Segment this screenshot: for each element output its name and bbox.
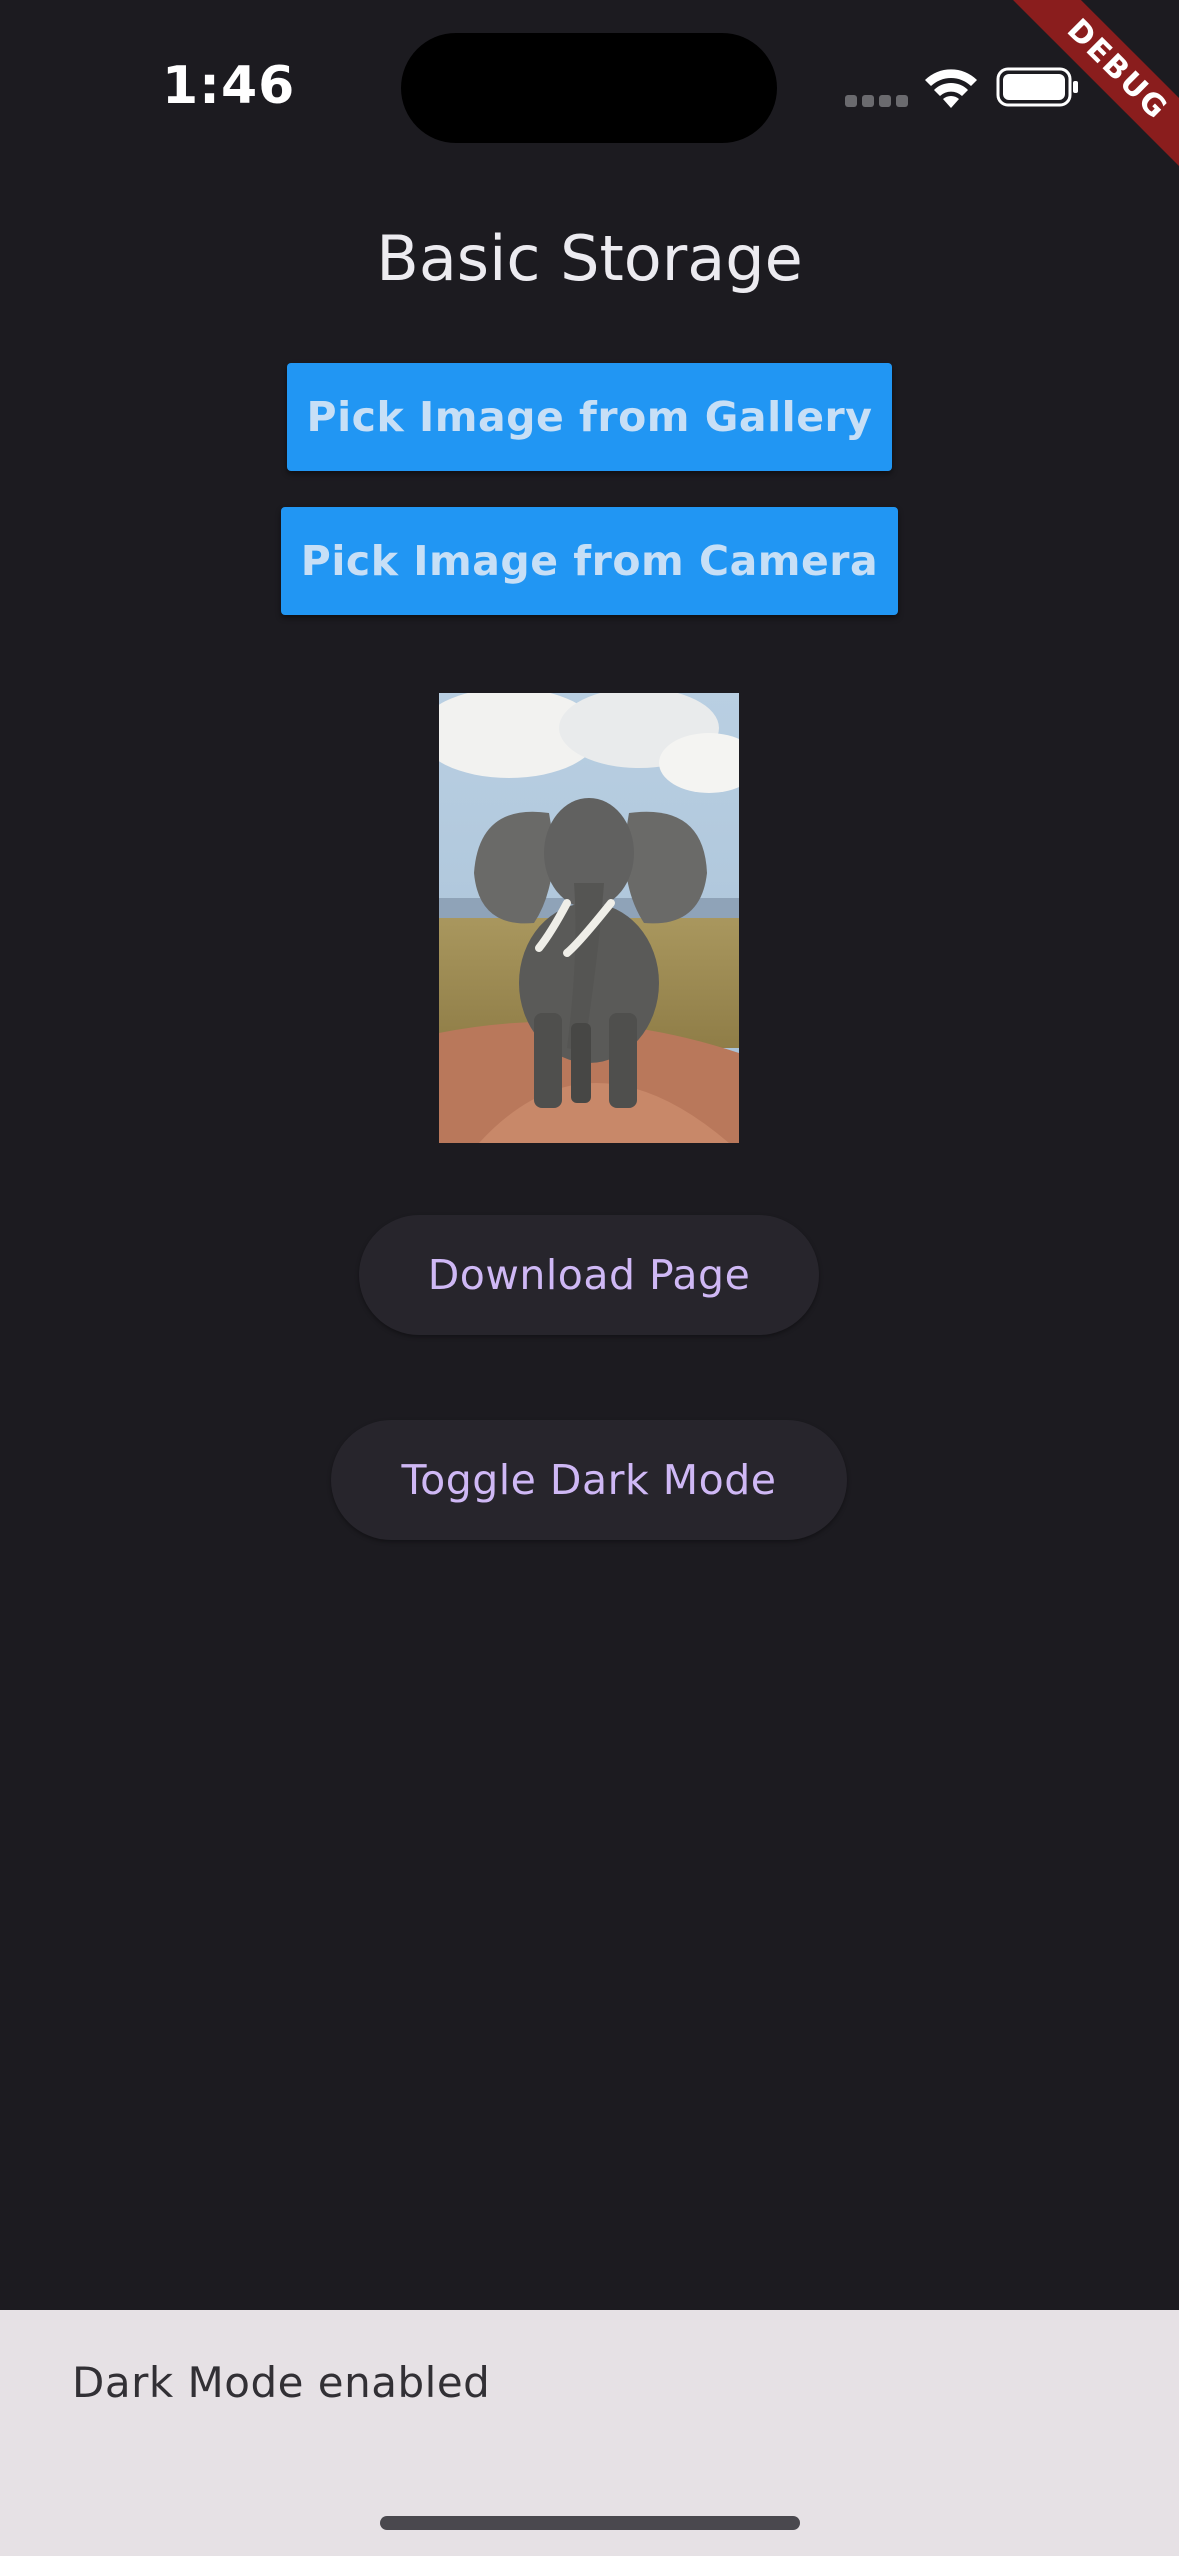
status-time: 1:46 xyxy=(162,56,296,116)
debug-label: DEBUG xyxy=(1001,0,1179,186)
toggle-dark-mode-button[interactable]: Toggle Dark Mode xyxy=(331,1420,847,1540)
wifi-icon xyxy=(925,69,977,108)
pick-image-camera-button[interactable]: Pick Image from Camera xyxy=(281,507,898,615)
cellular-signal-icon xyxy=(845,95,908,107)
snackbar-message: Dark Mode enabled xyxy=(72,2358,491,2407)
dynamic-island xyxy=(401,33,777,143)
pick-image-gallery-button[interactable]: Pick Image from Gallery xyxy=(287,363,892,471)
debug-banner: DEBUG xyxy=(989,0,1179,190)
picked-image xyxy=(439,693,739,1143)
elephant-photo xyxy=(439,693,739,1143)
home-indicator[interactable] xyxy=(380,2516,800,2530)
page-title: Basic Storage xyxy=(376,222,803,295)
download-page-button[interactable]: Download Page xyxy=(359,1215,819,1335)
